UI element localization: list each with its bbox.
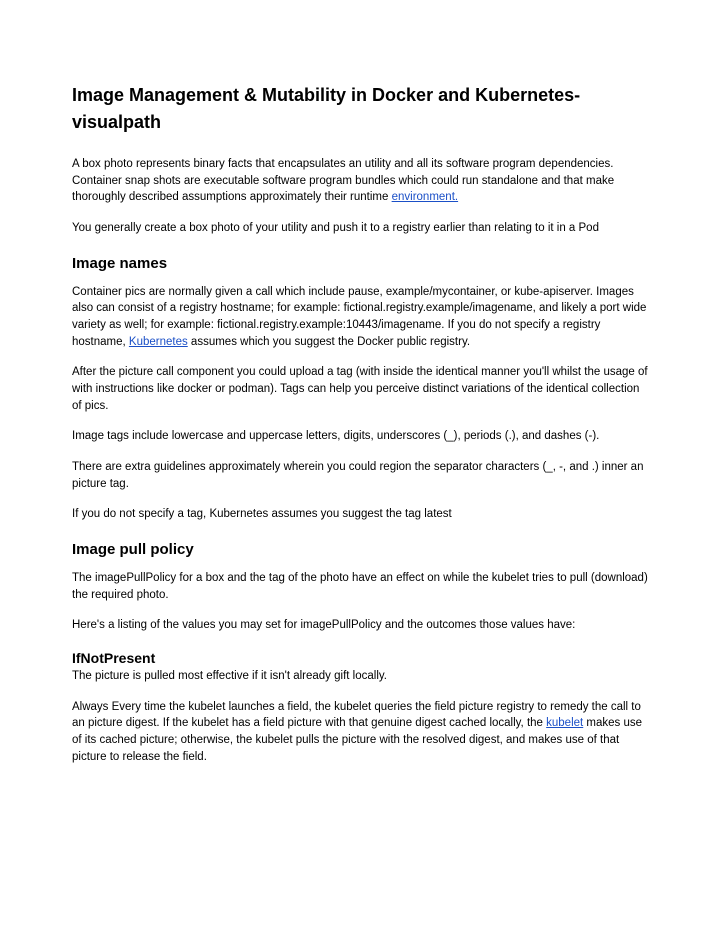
- intro-paragraph-2: You generally create a box photo of your…: [72, 220, 648, 237]
- image-names-paragraph-3: Image tags include lowercase and upperca…: [72, 428, 648, 445]
- image-names-paragraph-5: If you do not specify a tag, Kubernetes …: [72, 506, 648, 523]
- image-names-paragraph-1: Container pics are normally given a call…: [72, 284, 648, 351]
- intro-text-1a: A box photo represents binary facts that…: [72, 158, 614, 203]
- document-page: Image Management & Mutability in Docker …: [0, 0, 720, 839]
- ifnotpresent-paragraph-1: The picture is pulled most effective if …: [72, 668, 648, 685]
- image-names-heading: Image names: [72, 255, 648, 272]
- page-title: Image Management & Mutability in Docker …: [72, 82, 648, 136]
- ifnotpresent-paragraph-2: Always Every time the kubelet launches a…: [72, 699, 648, 766]
- kubernetes-link[interactable]: Kubernetes: [129, 336, 188, 348]
- kubelet-link[interactable]: kubelet: [546, 717, 583, 729]
- environment-link[interactable]: environment.: [392, 191, 458, 203]
- image-names-text-1b: assumes which you suggest the Docker pub…: [188, 336, 470, 348]
- pull-policy-paragraph-2: Here's a listing of the values you may s…: [72, 617, 648, 634]
- ifnotpresent-heading: IfNotPresent: [72, 650, 648, 666]
- intro-paragraph-1: A box photo represents binary facts that…: [72, 156, 648, 206]
- image-names-paragraph-4: There are extra guidelines approximately…: [72, 459, 648, 492]
- image-pull-policy-heading: Image pull policy: [72, 541, 648, 558]
- pull-policy-paragraph-1: The imagePullPolicy for a box and the ta…: [72, 570, 648, 603]
- image-names-paragraph-2: After the picture call component you cou…: [72, 364, 648, 414]
